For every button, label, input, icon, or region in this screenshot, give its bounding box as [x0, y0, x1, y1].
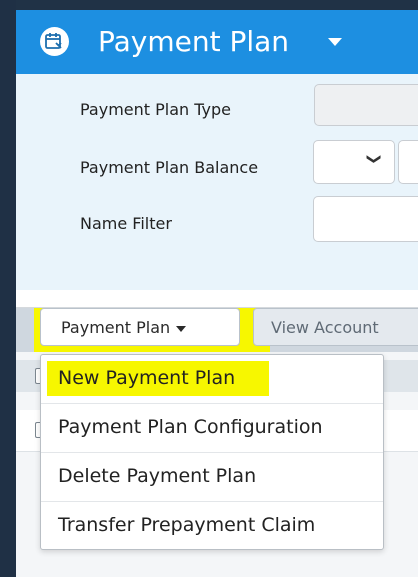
payment-plan-type-label: Payment Plan Type: [80, 100, 232, 119]
payment-plan-balance-select[interactable]: ❯: [313, 140, 395, 184]
menu-item-label: Transfer Prepayment Claim: [58, 514, 316, 536]
payment-plan-balance-label: Payment Plan Balance: [80, 158, 259, 177]
chevron-down-icon: ❯: [365, 153, 382, 165]
menu-item-new-payment-plan[interactable]: New Payment Plan: [41, 355, 383, 404]
top-border: [16, 0, 418, 10]
caret-down-icon: [176, 325, 187, 332]
payment-plan-dropdown-menu: New Payment Plan Payment Plan Configurat…: [40, 354, 384, 550]
menu-item-label: New Payment Plan: [58, 367, 236, 389]
menu-item-label: Payment Plan Configuration: [58, 416, 323, 438]
payment-plan-balance-value-field[interactable]: [398, 140, 418, 184]
page-header: Payment Plan: [16, 10, 418, 74]
menu-item-transfer-prepayment-claim[interactable]: Transfer Prepayment Claim: [41, 502, 383, 551]
section-divider: [16, 290, 418, 308]
view-account-button[interactable]: View Account: [253, 308, 418, 346]
left-sidebar-strip: [0, 0, 16, 577]
filter-panel: Payment Plan Type Payment Plan Balance ❯…: [16, 74, 418, 290]
payment-plan-type-field[interactable]: [314, 84, 418, 126]
menu-item-delete-payment-plan[interactable]: Delete Payment Plan: [41, 453, 383, 502]
payment-plan-menu-button[interactable]: Payment Plan: [40, 308, 240, 346]
payment-plan-button-label: Payment Plan: [61, 318, 171, 337]
grid-toolbar: Payment Plan View Account: [16, 308, 418, 352]
name-filter-input[interactable]: [313, 196, 418, 242]
calendar-icon: [40, 27, 69, 56]
view-account-button-label: View Account: [271, 318, 379, 337]
name-filter-label: Name Filter: [80, 214, 172, 233]
title-dropdown-caret-icon[interactable]: [328, 38, 342, 46]
menu-item-label: Delete Payment Plan: [58, 465, 257, 487]
page-title[interactable]: Payment Plan: [98, 23, 289, 61]
menu-item-payment-plan-configuration[interactable]: Payment Plan Configuration: [41, 404, 383, 453]
